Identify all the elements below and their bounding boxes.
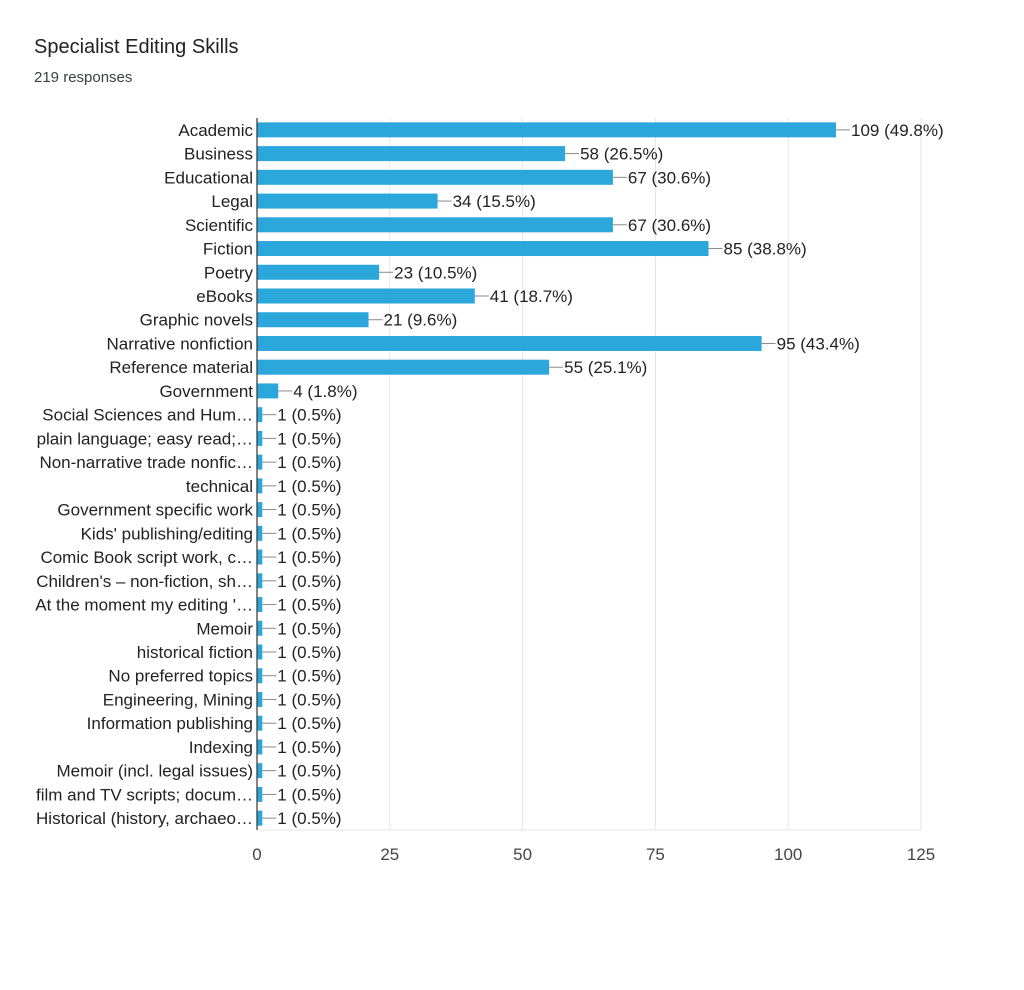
category-label: Government: [159, 382, 253, 401]
value-label: 23 (10.5%): [394, 263, 477, 282]
value-label: 1 (0.5%): [277, 524, 341, 543]
x-tick-label: 100: [774, 845, 802, 864]
category-label: historical fiction: [137, 643, 253, 662]
value-label: 1 (0.5%): [277, 738, 341, 757]
value-label: 1 (0.5%): [277, 572, 341, 591]
value-label: 1 (0.5%): [277, 477, 341, 496]
value-label: 85 (38.8%): [724, 240, 807, 259]
value-label: 67 (30.6%): [628, 168, 711, 187]
bar: [257, 763, 263, 779]
category-label: Engineering, Mining: [103, 690, 253, 709]
category-label: Business: [184, 145, 253, 164]
category-label: Comic Book script work, c…: [40, 548, 253, 567]
category-label: technical: [186, 477, 253, 496]
bar: [257, 668, 263, 684]
bar: [257, 454, 263, 470]
value-label: 1 (0.5%): [277, 596, 341, 615]
value-label: 1 (0.5%): [277, 785, 341, 804]
bar: [257, 264, 380, 280]
bar: [257, 288, 475, 304]
category-label: film and TV scripts; docum…: [36, 785, 253, 804]
value-label: 1 (0.5%): [277, 501, 341, 520]
bar: [257, 478, 263, 494]
category-label: Graphic novels: [140, 311, 253, 330]
bar: [257, 525, 263, 541]
value-label: 1 (0.5%): [277, 762, 341, 781]
category-label: Scientific: [185, 216, 254, 235]
value-label: 1 (0.5%): [277, 643, 341, 662]
value-label: 95 (43.4%): [777, 334, 860, 353]
category-label: Social Sciences and Hum…: [42, 406, 253, 425]
category-label: Kids' publishing/editing: [81, 524, 253, 543]
value-label: 1 (0.5%): [277, 809, 341, 828]
bar: [257, 597, 263, 613]
bar-chart: 0 25 50 75 100 125 Academic 109 (49.8%) Business…: [35, 118, 944, 864]
value-label: 1 (0.5%): [277, 453, 341, 472]
category-label: Narrative nonfiction: [107, 334, 253, 353]
x-tick-label: 75: [646, 845, 665, 864]
bar: [257, 644, 263, 660]
category-label: Fiction: [203, 240, 253, 259]
value-label: 4 (1.8%): [293, 382, 357, 401]
x-tick-label: 50: [513, 845, 532, 864]
bar: [257, 359, 550, 375]
value-label: 1 (0.5%): [277, 548, 341, 567]
category-label: Non-narrative trade nonfic…: [39, 453, 253, 472]
value-label: 41 (18.7%): [490, 287, 573, 306]
value-label: 21 (9.6%): [384, 311, 458, 330]
bar: [257, 549, 263, 565]
category-label: Memoir (incl. legal issues): [57, 762, 254, 781]
category-label: Government specific work: [57, 501, 253, 520]
category-label: eBooks: [196, 287, 253, 306]
category-label: At the moment my editing '…: [35, 596, 253, 615]
bar: [257, 573, 263, 589]
value-label: 1 (0.5%): [277, 429, 341, 448]
bar: [257, 430, 263, 446]
value-label: 1 (0.5%): [277, 667, 341, 686]
x-tick-label: 0: [252, 845, 261, 864]
category-label: Children's – non-fiction, sh…: [36, 572, 253, 591]
bar: [257, 122, 837, 138]
bar: [257, 335, 762, 351]
category-label: Poetry: [204, 263, 254, 282]
value-label: 1 (0.5%): [277, 714, 341, 733]
x-tick-label: 25: [380, 845, 399, 864]
bar: [257, 193, 438, 209]
value-label: 58 (26.5%): [580, 145, 663, 164]
category-label: Academic: [178, 121, 253, 140]
bar: [257, 620, 263, 636]
bar: [257, 241, 709, 257]
category-label: Reference material: [109, 358, 253, 377]
bar: [257, 715, 263, 731]
bar: [257, 407, 263, 423]
bar: [257, 312, 369, 328]
value-label: 1 (0.5%): [277, 690, 341, 709]
value-label: 1 (0.5%): [277, 619, 341, 638]
category-label: No preferred topics: [108, 667, 253, 686]
category-label: plain language; easy read;…: [37, 429, 253, 448]
bar: [257, 502, 263, 518]
bar: [257, 739, 263, 755]
value-label: 1 (0.5%): [277, 406, 341, 425]
bar: [257, 786, 263, 802]
category-label: Memoir: [196, 619, 253, 638]
value-label: 55 (25.1%): [564, 358, 647, 377]
category-label: Information publishing: [87, 714, 253, 733]
bar: [257, 691, 263, 707]
category-label: Legal: [211, 192, 253, 211]
category-label: Indexing: [189, 738, 253, 757]
value-label: 67 (30.6%): [628, 216, 711, 235]
value-label: 34 (15.5%): [453, 192, 536, 211]
bar: [257, 146, 566, 162]
bar: [257, 169, 613, 185]
value-label: 109 (49.8%): [851, 121, 944, 140]
category-label: Historical (history, archaeo…: [36, 809, 253, 828]
x-tick-label: 125: [907, 845, 935, 864]
bar: [257, 217, 613, 233]
bar: [257, 383, 279, 399]
bar: [257, 810, 263, 826]
category-label: Educational: [164, 168, 253, 187]
